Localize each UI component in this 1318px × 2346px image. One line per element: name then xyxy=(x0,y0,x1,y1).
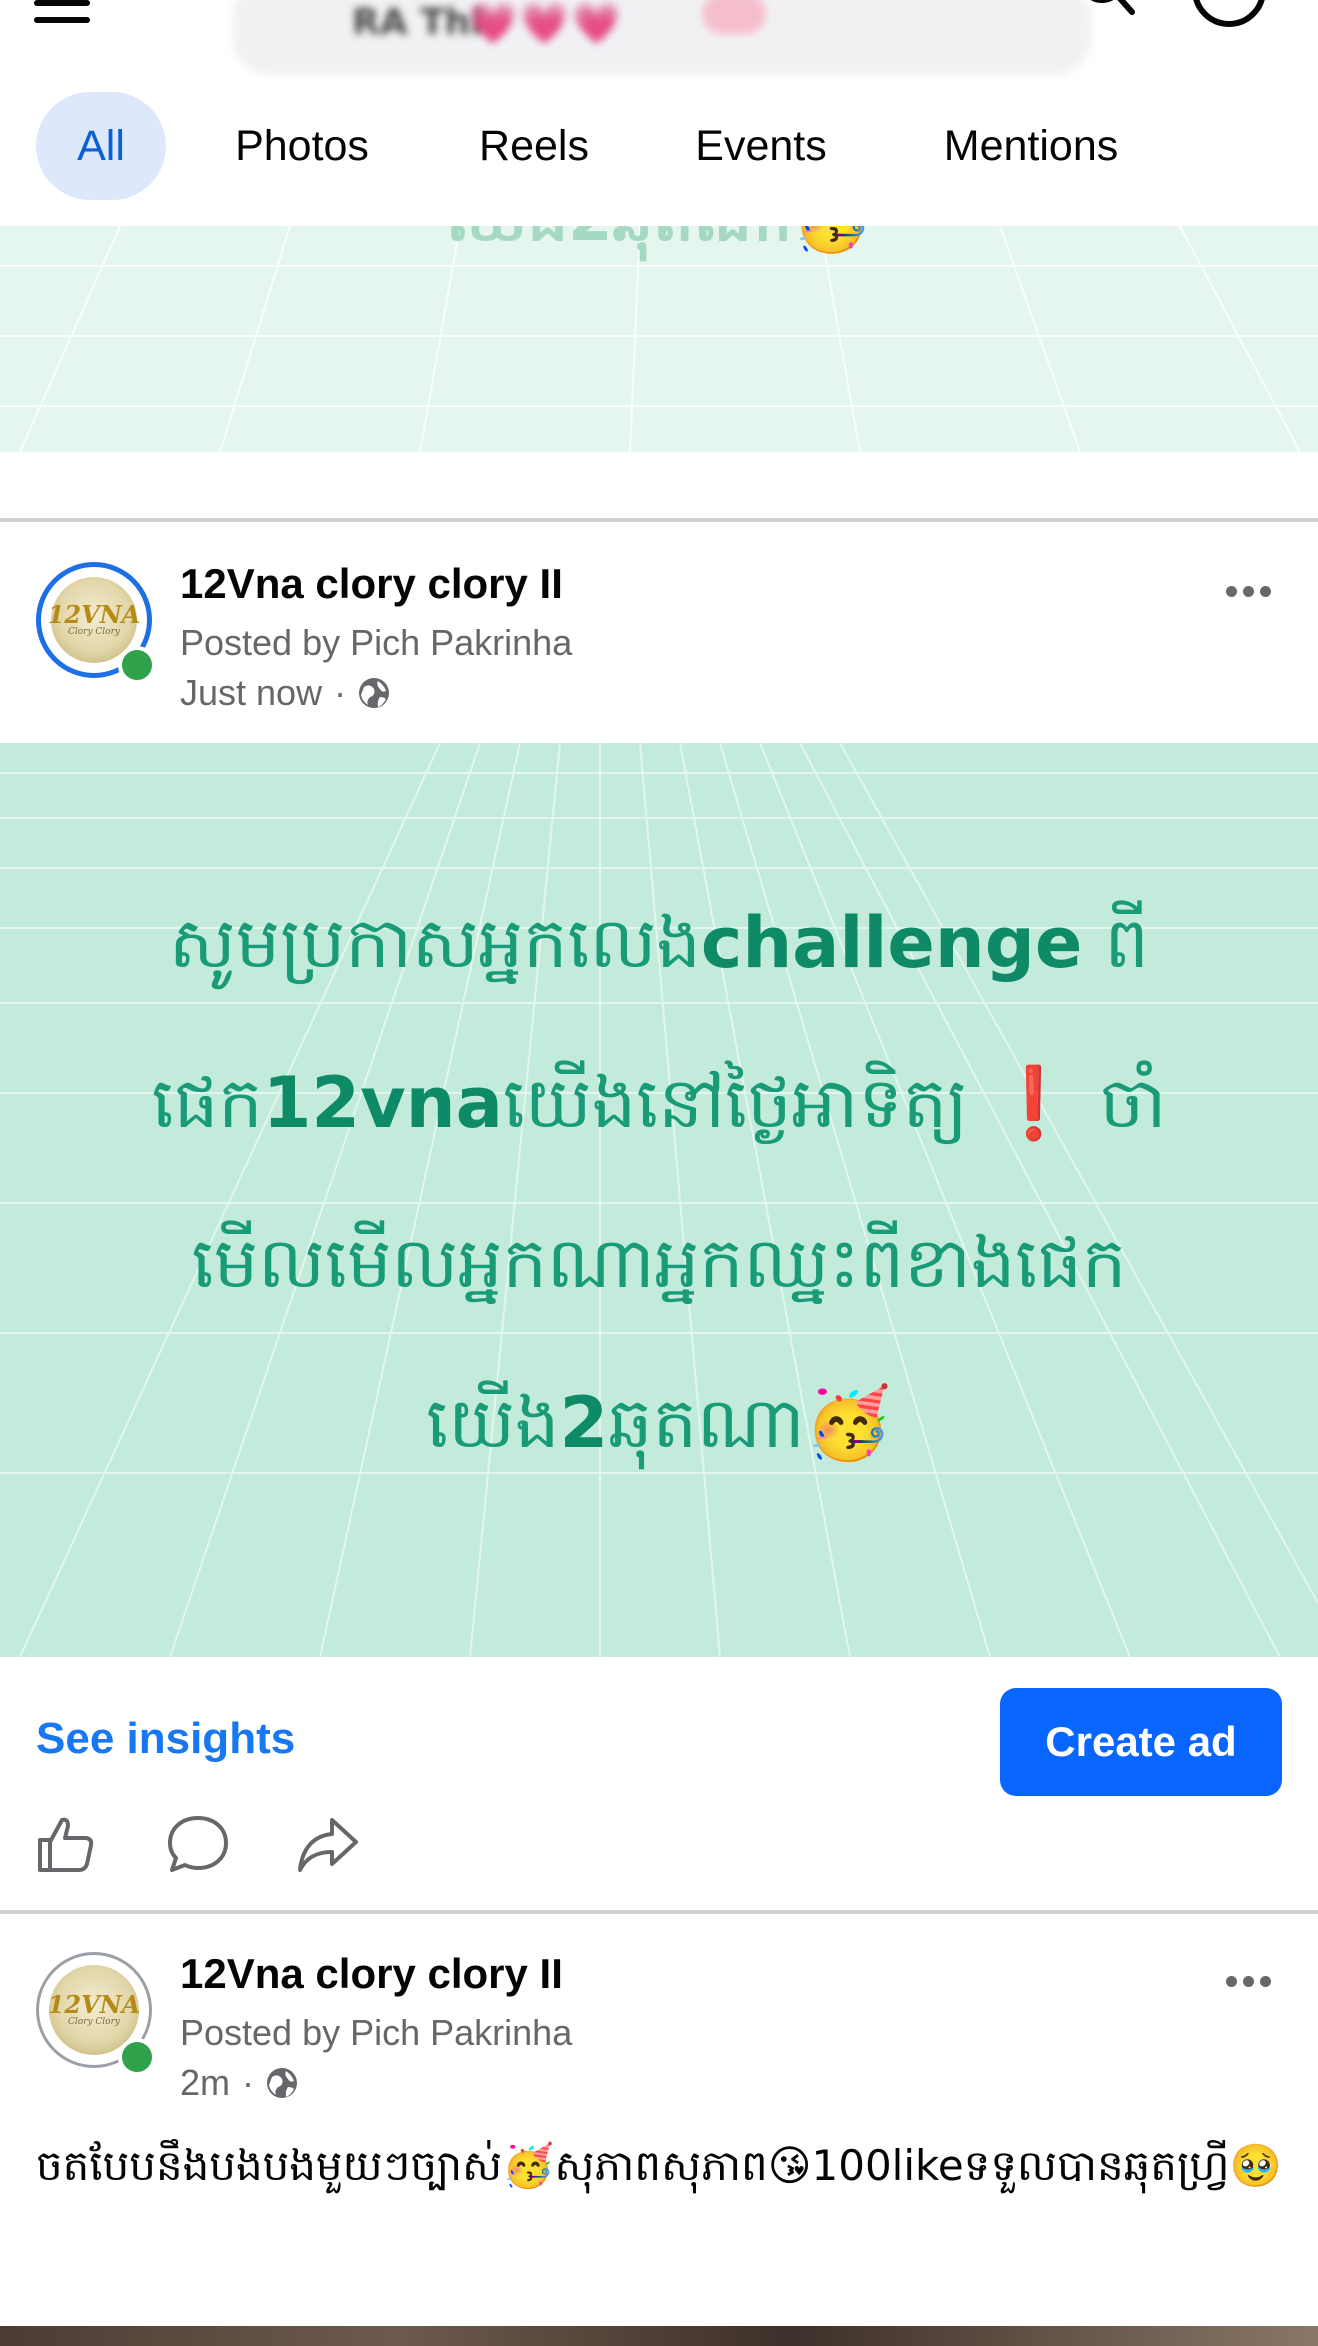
post-options-button[interactable] xyxy=(1226,582,1280,602)
filter-chips: All Photos Reels Events Mentions xyxy=(0,92,1318,202)
text-background-card: សូមប្រកាសអ្នកលេងchallenge ពី ផេក12vnaយើង… xyxy=(0,743,1318,1657)
card-line-2: ផេក12vnaយើងនៅថ្ងៃអាទិត្យ ❗ ចាំ xyxy=(151,1062,1167,1144)
previous-post-card: យើង2ឆុតណា🥳 xyxy=(0,226,1318,452)
previous-post-text: យើង2ឆុតណា🥳 xyxy=(0,226,1318,272)
blurred-profile-bar: RA Thi 💗💗💗 xyxy=(232,0,1092,76)
chip-reels[interactable]: Reels xyxy=(458,92,610,200)
exclamation-icon: ❗ xyxy=(990,1062,1078,1144)
posted-by: Posted by Pich Pakrinha xyxy=(180,2012,573,2053)
post-meta: 2m · xyxy=(180,2062,300,2104)
post-body-text: ចតបែបនឹងបងបងមួយៗច្បាស់🥳សុភាពសុភាព😘100lik… xyxy=(36,2141,1282,2190)
comment-icon[interactable] xyxy=(166,1812,230,1876)
page-name[interactable]: 12Vna clory clory II xyxy=(180,1950,563,1998)
create-ad-button[interactable]: Create ad xyxy=(1000,1688,1282,1796)
post-header: 12VNA Clory Clory 12Vna clory clory II P… xyxy=(0,1914,1318,2104)
post-time: 2m xyxy=(180,2062,231,2103)
chip-mentions[interactable]: Mentions xyxy=(910,92,1152,200)
chip-all[interactable]: All xyxy=(36,92,166,200)
post-photo-preview[interactable] xyxy=(0,2326,1318,2346)
share-icon[interactable] xyxy=(296,1812,360,1876)
blurred-badge xyxy=(702,0,766,34)
post-header: 12VNA Clory Clory 12Vna clory clory II P… xyxy=(0,522,1318,714)
chip-events[interactable]: Events xyxy=(672,92,850,200)
blurred-hearts: 💗💗💗 xyxy=(468,1,624,47)
card-line-4: យើង2ឆុតណា🥳 xyxy=(426,1382,892,1464)
post-time: Just now xyxy=(180,672,323,713)
meta-separator: · xyxy=(242,2062,255,2103)
post-meta: Just now · xyxy=(180,672,392,714)
chip-photos[interactable]: Photos xyxy=(210,92,394,200)
blurred-name: RA Thi xyxy=(352,2,483,43)
online-status-dot xyxy=(118,646,156,684)
menu-icon[interactable] xyxy=(34,0,90,34)
see-insights-link[interactable]: See insights xyxy=(36,1714,295,1764)
search-icon[interactable] xyxy=(1082,0,1138,34)
globe-icon xyxy=(359,678,390,708)
top-header: RA Thi 💗💗💗 All Photos Reels Events Menti… xyxy=(0,0,1318,226)
posted-by: Posted by Pich Pakrinha xyxy=(180,622,573,663)
page-name[interactable]: 12Vna clory clory II xyxy=(180,560,563,608)
meta-separator: · xyxy=(334,672,347,713)
post-options-button[interactable] xyxy=(1226,1972,1280,1992)
post-text-card-content: សូមប្រកាសអ្នកលេងchallenge ពី ផេក12vnaយើង… xyxy=(60,863,1258,1503)
like-icon[interactable] xyxy=(34,1812,98,1876)
online-status-dot xyxy=(118,2038,156,2076)
card-line-1: សូមប្រកាសអ្នកលេងchallenge ពី xyxy=(169,902,1149,984)
globe-icon xyxy=(267,2068,298,2098)
more-options-icon[interactable] xyxy=(1190,0,1268,40)
card-line-3: មើលមើលអ្នកណាអ្នកឈ្នះពីខាងផេក xyxy=(191,1222,1127,1304)
